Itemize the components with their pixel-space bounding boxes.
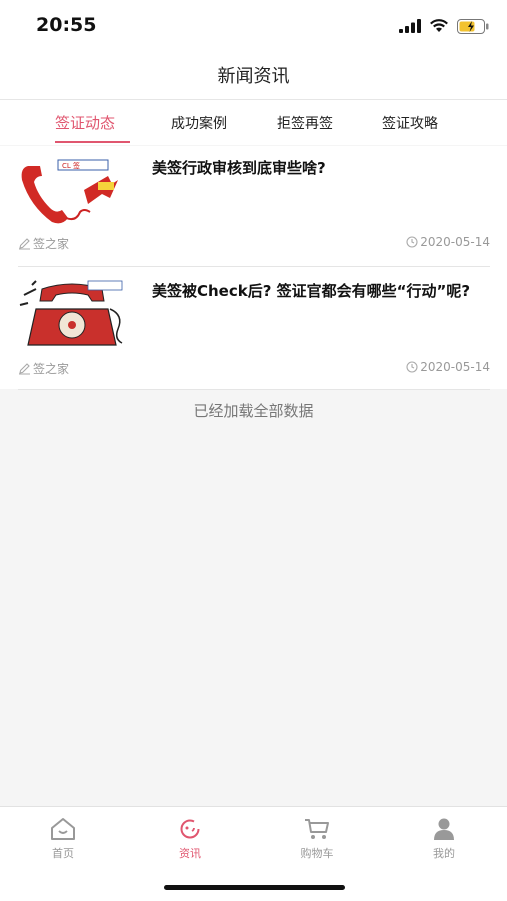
article-source: 签之家 bbox=[18, 360, 69, 377]
tab-success-cases[interactable]: 成功案例 bbox=[171, 113, 227, 133]
article-title[interactable]: 美签行政审核到底审些啥? bbox=[152, 158, 488, 179]
clock-icon bbox=[406, 361, 418, 373]
battery-icon bbox=[457, 18, 489, 34]
red-rotary-phone-image bbox=[18, 279, 126, 349]
pencil-icon bbox=[19, 238, 30, 250]
article-title[interactable]: 美签被Check后? 签证官都会有哪些“行动”呢? bbox=[152, 281, 488, 302]
article-item[interactable]: CL 签 美签行政审核到底审些啥? 签之家 2020-05-14 bbox=[18, 148, 490, 267]
article-date: 2020-05-14 bbox=[406, 360, 490, 374]
article-date-text: 2020-05-14 bbox=[420, 235, 490, 249]
article-item[interactable]: 美签被Check后? 签证官都会有哪些“行动”呢? 签之家 2020-05-14 bbox=[18, 271, 490, 390]
clock-icon bbox=[406, 236, 418, 248]
home-icon bbox=[51, 818, 75, 840]
article-list: CL 签 美签行政审核到底审些啥? 签之家 2020-05-14 美签被Chec… bbox=[0, 146, 507, 390]
tab-visa-news[interactable]: 签证动态 bbox=[55, 112, 115, 133]
tab-visa-guide[interactable]: 签证攻略 bbox=[382, 113, 438, 133]
category-tabs: 签证动态 成功案例 拒签再签 签证攻略 bbox=[0, 100, 507, 145]
article-source-text: 签之家 bbox=[33, 237, 70, 251]
tabbar-label-home: 首页 bbox=[52, 847, 74, 860]
active-tab-indicator bbox=[55, 141, 130, 143]
tabbar-label-cart: 购物车 bbox=[300, 847, 334, 860]
status-icons bbox=[399, 17, 489, 35]
pencil-icon bbox=[19, 363, 30, 375]
tabbar-label-profile: 我的 bbox=[433, 847, 455, 860]
status-time: 20:55 bbox=[36, 14, 97, 36]
tabbar-item-home[interactable]: 首页 bbox=[33, 817, 93, 861]
tabbar-label-news: 资讯 bbox=[179, 847, 201, 860]
article-date-text: 2020-05-14 bbox=[420, 360, 490, 374]
article-source: 签之家 bbox=[18, 235, 69, 252]
status-bar: 20:55 bbox=[0, 0, 507, 50]
red-phone-handset-image: CL 签 bbox=[18, 158, 126, 228]
tab-refusal-reapply[interactable]: 拒签再签 bbox=[277, 113, 333, 133]
signal-icon bbox=[399, 19, 421, 33]
svg-text:CL 签: CL 签 bbox=[62, 161, 80, 170]
tabbar-item-profile[interactable]: 我的 bbox=[414, 817, 474, 861]
user-icon bbox=[434, 818, 454, 840]
navigation-bar: 新闻资讯 bbox=[0, 50, 507, 100]
page-title: 新闻资讯 bbox=[217, 66, 290, 87]
wifi-icon bbox=[430, 19, 448, 32]
cart-icon bbox=[305, 819, 329, 839]
article-source-text: 签之家 bbox=[33, 362, 70, 376]
article-date: 2020-05-14 bbox=[406, 235, 490, 249]
tabbar-item-news[interactable]: 资讯 bbox=[160, 817, 220, 861]
all-loaded-message: 已经加载全部数据 bbox=[193, 402, 314, 420]
home-indicator bbox=[164, 885, 345, 890]
tabbar-item-cart[interactable]: 购物车 bbox=[287, 817, 347, 861]
news-icon bbox=[180, 819, 200, 839]
